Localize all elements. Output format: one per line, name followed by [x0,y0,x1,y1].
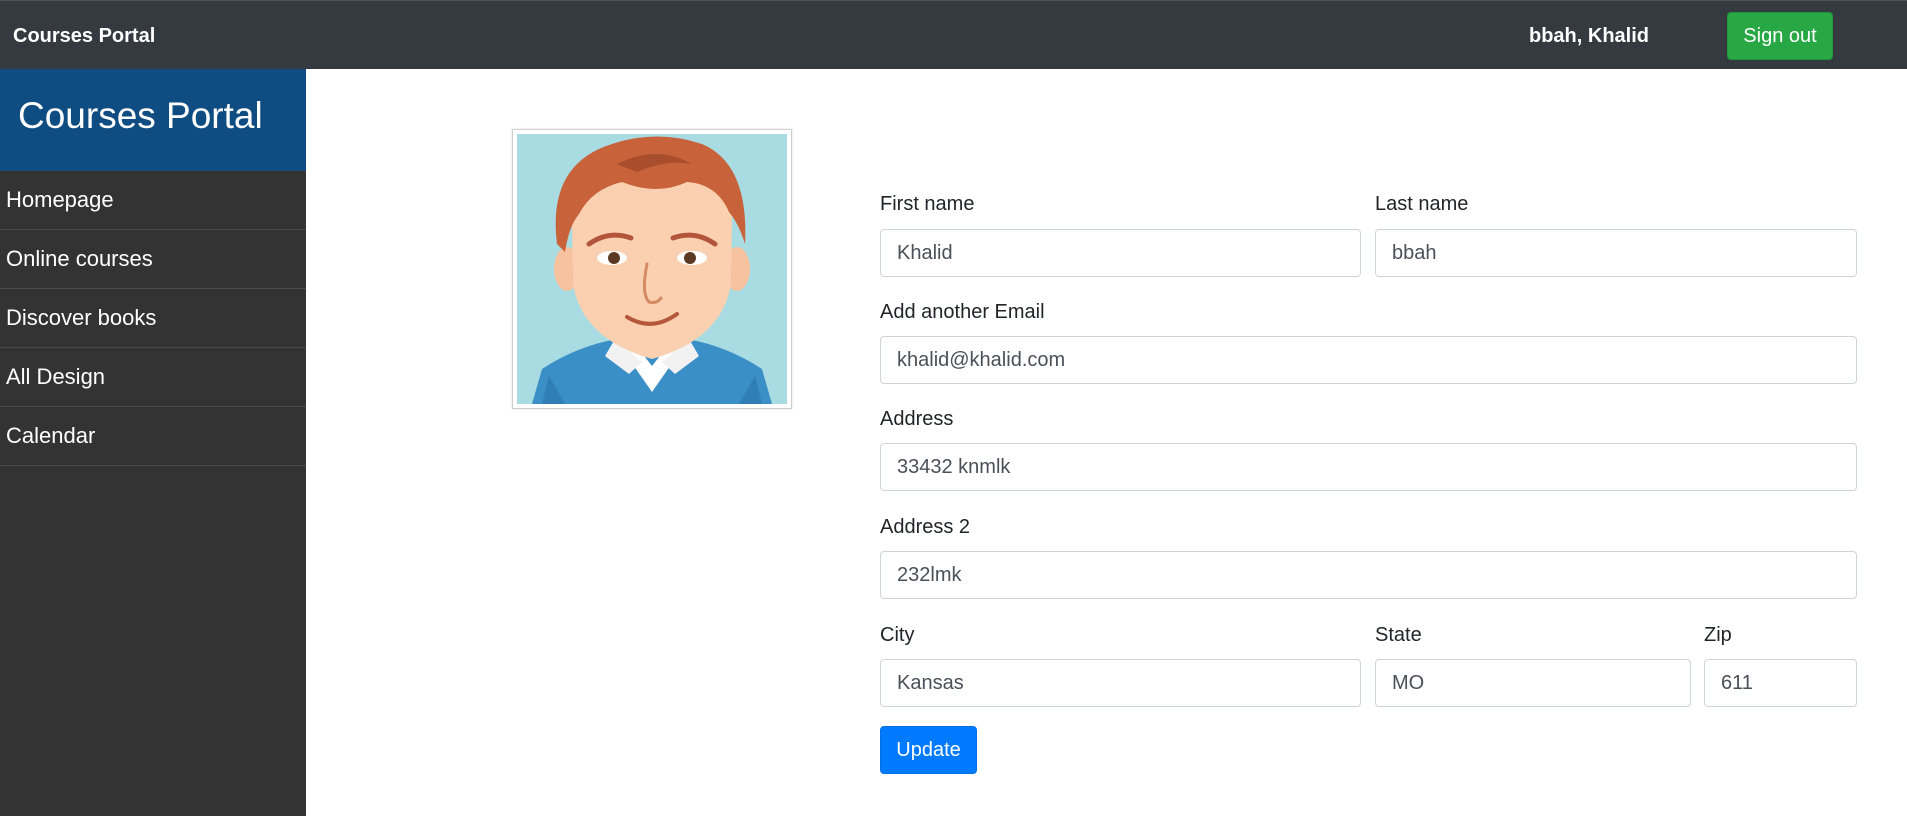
navbar-brand[interactable]: Courses Portal [13,25,155,48]
city-input[interactable] [880,659,1361,707]
first-name-label: First name [880,193,975,215]
zip-input[interactable] [1704,659,1857,707]
profile-avatar [512,129,792,409]
zip-label: Zip [1704,624,1732,646]
user-avatar-icon [517,134,787,404]
address-input[interactable] [880,443,1857,491]
sidebar: Courses Portal Homepage Online courses D… [0,69,306,816]
sign-out-button[interactable]: Sign out [1727,12,1833,60]
update-button[interactable]: Update [880,726,977,774]
sidebar-item-all-design[interactable]: All Design [0,348,306,407]
last-name-input[interactable] [1375,229,1857,277]
email-label: Add another Email [880,301,1045,323]
sidebar-title: Courses Portal [0,69,306,171]
first-name-input[interactable] [880,229,1361,277]
city-label: City [880,624,915,646]
state-label: State [1375,624,1422,646]
sidebar-item-online-courses[interactable]: Online courses [0,230,306,289]
state-input[interactable] [1375,659,1691,707]
email-input[interactable] [880,336,1857,384]
address2-label: Address 2 [880,516,971,538]
address-label: Address [880,408,954,430]
current-user-name: bbah, Khalid [1529,25,1649,47]
address2-input[interactable] [880,551,1857,599]
sidebar-item-calendar[interactable]: Calendar [0,407,306,466]
top-navbar: Courses Portal bbah, Khalid Sign out [0,0,1907,69]
last-name-label: Last name [1375,193,1469,215]
sidebar-item-discover-books[interactable]: Discover books [0,289,306,348]
sidebar-item-homepage[interactable]: Homepage [0,171,306,230]
